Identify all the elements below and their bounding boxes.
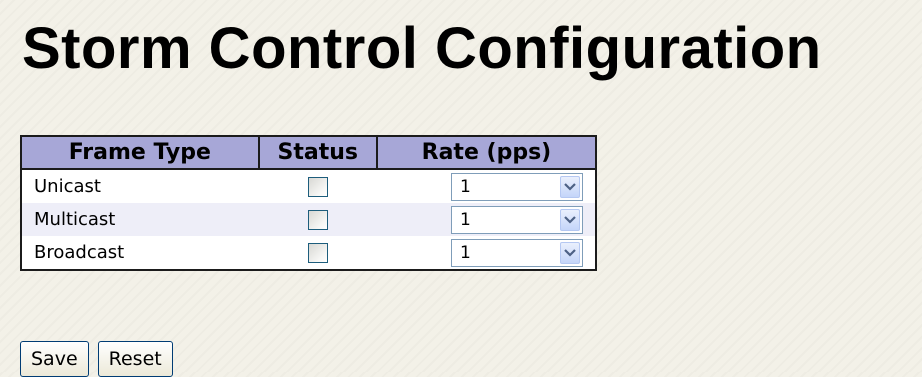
rate-select-value: 1: [460, 176, 471, 197]
frame-type-label: Unicast: [21, 169, 259, 203]
storm-control-table: Frame Type Status Rate (pps) Unicast 1 M…: [20, 135, 597, 271]
header-frame-type: Frame Type: [21, 136, 259, 170]
table-header-row: Frame Type Status Rate (pps): [21, 136, 596, 170]
status-checkbox-broadcast[interactable]: [307, 243, 328, 263]
status-checkbox-unicast[interactable]: [307, 177, 328, 197]
status-checkbox-multicast[interactable]: [307, 210, 328, 230]
header-rate: Rate (pps): [375, 136, 596, 170]
chevron-down-icon[interactable]: [560, 208, 580, 231]
table-row-multicast: Multicast 1: [21, 203, 596, 236]
table-row-broadcast: Broadcast 1: [21, 236, 596, 270]
rate-select-broadcast[interactable]: 1: [451, 238, 583, 267]
chevron-down-icon[interactable]: [560, 175, 580, 198]
frame-type-label: Broadcast: [21, 236, 259, 270]
rate-select-multicast[interactable]: 1: [451, 205, 583, 234]
rate-select-unicast[interactable]: 1: [451, 172, 583, 201]
rate-select-value: 1: [460, 209, 471, 230]
header-status: Status: [257, 136, 377, 170]
page-title: Storm Control Configuration: [22, 16, 822, 81]
table-row-unicast: Unicast 1: [21, 169, 596, 203]
rate-select-value: 1: [460, 242, 471, 263]
chevron-down-icon[interactable]: [560, 241, 580, 264]
frame-type-label: Multicast: [21, 203, 259, 236]
